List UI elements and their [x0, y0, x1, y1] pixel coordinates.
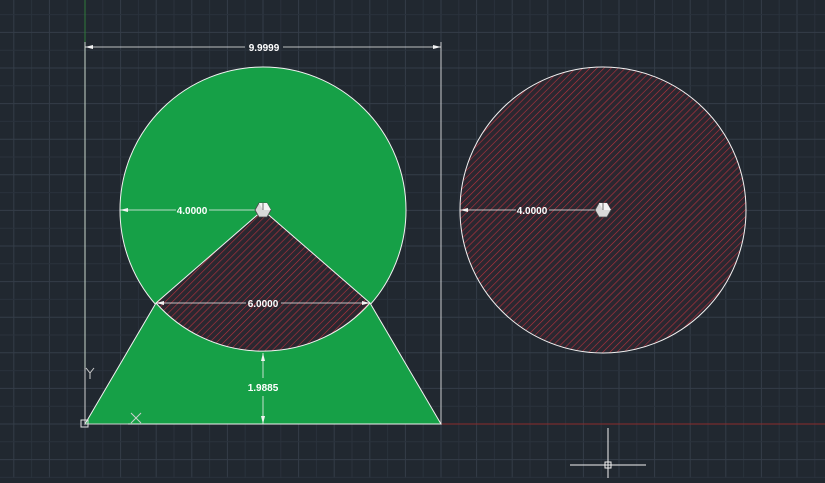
- ucs-y-label-glyph: [85, 367, 95, 379]
- drawing-canvas[interactable]: 9.9999 4.0000 6.0000 1.9885 4.0000 X Y: [0, 0, 825, 478]
- cad-drawing-viewport[interactable]: 9.9999 4.0000 6.0000 1.9885 4.0000 X Y: [0, 0, 825, 478]
- dim-arrow-left: [85, 45, 93, 49]
- dim-text-height: 1.9885: [248, 383, 279, 394]
- dim-text-overall-width: 9.9999: [249, 43, 280, 54]
- dim-text-left-radius: 4.0000: [177, 206, 208, 217]
- hexagon-center-marker-icon[interactable]: [254, 202, 272, 218]
- ucs-y-label: Y: [0, 0, 1, 1]
- dim-text-right-radius: 4.0000: [517, 206, 548, 217]
- dim-text-chord: 6.0000: [248, 299, 279, 310]
- hexagon-center-marker-icon[interactable]: [594, 202, 612, 218]
- dim-arrow-right: [433, 45, 441, 49]
- crosshair-cursor-icon: [570, 428, 646, 478]
